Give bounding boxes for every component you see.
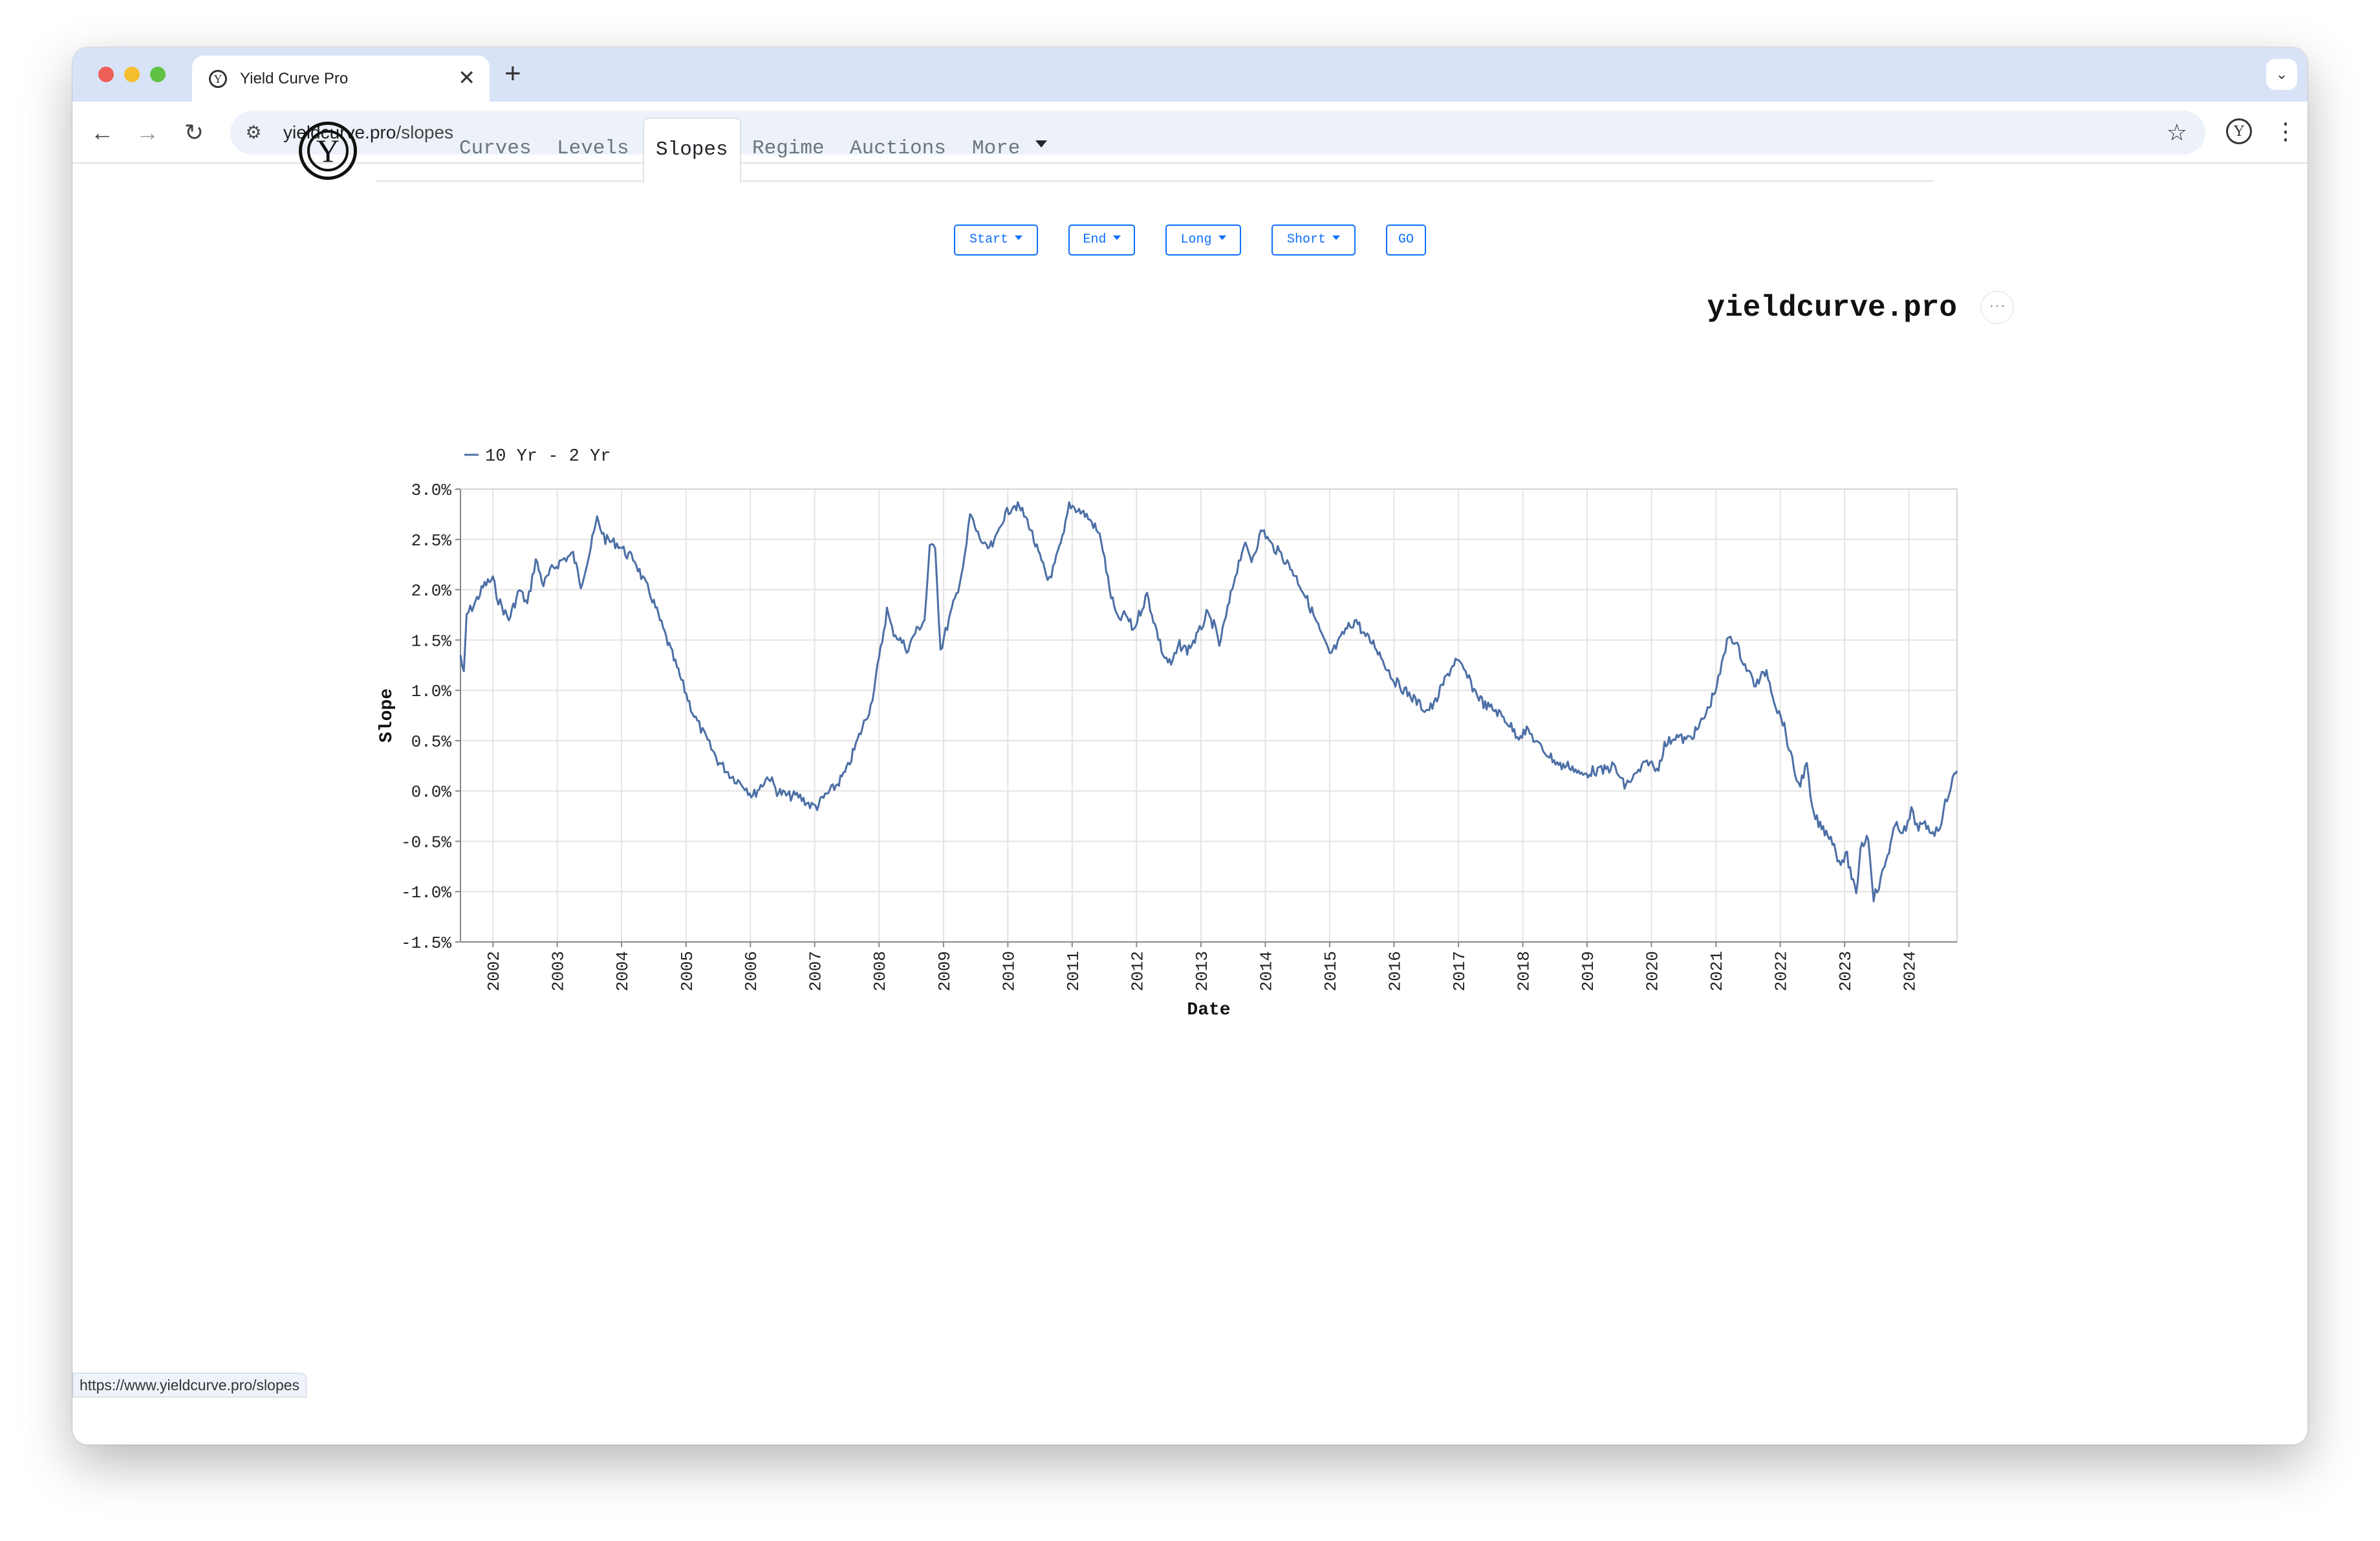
x-tick-label: 2019 xyxy=(1579,951,1598,991)
y-tick-label: -1.5% xyxy=(401,934,451,953)
y-tick-label: -1.0% xyxy=(401,883,451,902)
x-tick-label: 2016 xyxy=(1385,951,1405,991)
x-tick-label: 2009 xyxy=(935,951,955,991)
y-tick-label: 1.0% xyxy=(411,682,452,701)
x-tick-label: 2021 xyxy=(1707,951,1727,991)
x-tick-label: 2015 xyxy=(1321,951,1341,991)
x-tick-label: 2017 xyxy=(1450,951,1469,991)
x-tick-label: 2013 xyxy=(1193,951,1212,991)
x-axis-title: Date xyxy=(1187,1000,1230,1020)
x-tick-label: 2020 xyxy=(1643,951,1662,991)
x-tick-label: 2006 xyxy=(742,951,761,991)
y-tick-label: -0.5% xyxy=(401,833,451,852)
x-tick-label: 2002 xyxy=(484,951,504,991)
link-status-bubble: https://www.yieldcurve.pro/slopes xyxy=(72,1373,307,1397)
y-tick-label: 1.5% xyxy=(411,631,452,651)
x-tick-label: 2007 xyxy=(806,951,826,991)
x-tick-label: 2018 xyxy=(1515,951,1534,991)
y-axis-title: Slope xyxy=(377,688,397,743)
y-tick-label: 0.0% xyxy=(411,783,452,802)
x-tick-label: 2003 xyxy=(549,951,568,991)
x-tick-label: 2008 xyxy=(871,951,890,991)
y-tick-label: 3.0% xyxy=(411,481,452,500)
plot-frame xyxy=(460,488,1958,943)
x-tick-label: 2012 xyxy=(1128,951,1147,991)
slope-chart: 3.0% 2.5% 2.0% 1.5% 1.0% 0.5% 0.0% -0.5% -1.0% -1… xyxy=(377,447,1958,1020)
x-tick-label: 2004 xyxy=(613,951,633,991)
x-tick-label: 2011 xyxy=(1064,951,1083,991)
x-tick-label: 2014 xyxy=(1257,951,1276,991)
x-tick-label: 2024 xyxy=(1901,951,1920,991)
y-tick-label: 2.0% xyxy=(411,582,452,601)
y-tick-label: 2.5% xyxy=(411,531,452,551)
x-tick-label: 2022 xyxy=(1772,951,1791,991)
x-tick-label: 2005 xyxy=(678,951,697,991)
y-tick-label: 0.5% xyxy=(411,732,452,752)
legend-label: 10 Yr - 2 Yr xyxy=(485,447,611,466)
x-tick-label: 2010 xyxy=(999,951,1019,991)
x-tick-label: 2023 xyxy=(1836,951,1855,991)
